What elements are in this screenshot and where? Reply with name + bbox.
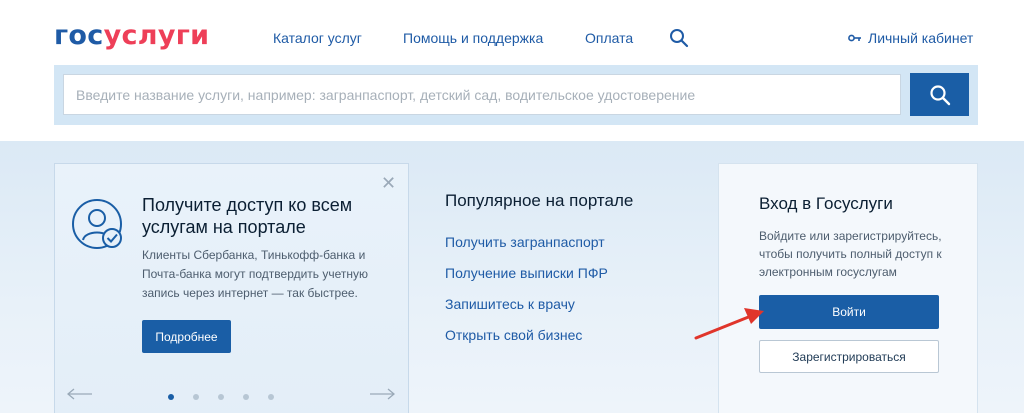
user-verified-icon <box>72 199 122 249</box>
popular-link-passport[interactable]: Получить загранпаспорт <box>445 227 633 258</box>
close-icon[interactable]: ✕ <box>381 174 396 192</box>
nav-catalog-link[interactable]: Каталог услуг <box>273 30 362 46</box>
carousel-dot[interactable] <box>268 394 274 400</box>
search-button[interactable] <box>910 73 969 116</box>
promo-description: Клиенты Сбербанка, Тинькофф-банка и Почт… <box>142 248 369 300</box>
search-bar <box>54 65 978 125</box>
popular-link-doctor[interactable]: Запишитесь к врачу <box>445 289 633 320</box>
carousel-dot[interactable] <box>168 394 174 400</box>
search-icon[interactable] <box>669 28 689 48</box>
search-icon <box>929 84 950 105</box>
annotation-arrow-icon <box>694 308 764 340</box>
key-icon <box>848 34 861 42</box>
arrow-left-icon[interactable] <box>67 388 93 400</box>
carousel-dots <box>168 394 274 400</box>
more-info-button[interactable]: Подробнее <box>142 320 231 353</box>
nav-payment-link[interactable]: Оплата <box>585 30 633 46</box>
personal-cabinet-link[interactable]: Личный кабинет <box>848 30 973 46</box>
carousel-dot[interactable] <box>193 394 199 400</box>
main-content: ✕ Получите доступ ко всем услугам на пор… <box>0 141 1024 413</box>
nav-help-link[interactable]: Помощь и поддержка <box>403 30 543 46</box>
logo-part-uslugi: услуги <box>103 20 210 51</box>
carousel-dot[interactable] <box>218 394 224 400</box>
site-header: госуслуги Каталог услуг Помощь и поддерж… <box>0 0 1024 141</box>
login-card: Вход в Госуслуги Войдите или зарегистрир… <box>718 163 978 413</box>
login-title: Вход в Госуслуги <box>759 194 893 213</box>
register-button[interactable]: Зарегистрироваться <box>759 340 939 373</box>
promo-title: Получите доступ ко всем услугам на порта… <box>142 195 353 237</box>
popular-link-pfr[interactable]: Получение выписки ПФР <box>445 258 633 289</box>
promo-carousel: ✕ Получите доступ ко всем услугам на пор… <box>54 163 409 413</box>
carousel-dot[interactable] <box>243 394 249 400</box>
arrow-right-icon[interactable] <box>369 388 395 400</box>
gosuslugi-logo[interactable]: госуслуги <box>54 20 209 51</box>
logo-part-gos: гос <box>54 20 104 51</box>
cabinet-label: Личный кабинет <box>868 30 974 46</box>
service-search-input[interactable] <box>63 74 901 115</box>
popular-title: Популярное на портале <box>445 191 634 210</box>
popular-section: Популярное на портале Получить загранпас… <box>445 191 633 351</box>
login-description: Войдите или зарегистрируйтесь, чтобы пол… <box>759 229 942 279</box>
login-button[interactable]: Войти <box>759 295 939 329</box>
popular-link-business[interactable]: Открыть свой бизнес <box>445 320 633 351</box>
